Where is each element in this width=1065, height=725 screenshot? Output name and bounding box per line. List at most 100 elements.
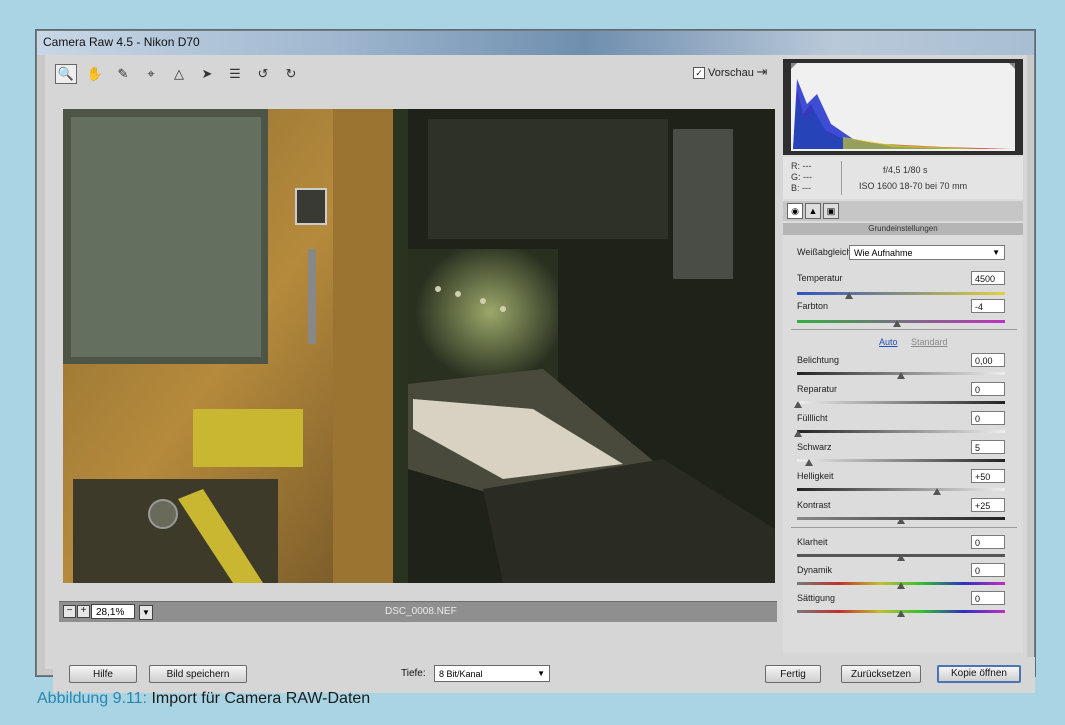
white-balance-value: Wie Aufnahme (854, 248, 913, 258)
brightness-thumb[interactable] (933, 488, 941, 495)
clarity-field[interactable]: 0 (971, 535, 1005, 549)
image-preview (63, 109, 775, 583)
saturation-thumb[interactable] (897, 610, 905, 617)
slider-label: Farbton (797, 301, 829, 311)
save-image-button[interactable]: Bild speichern (149, 665, 247, 683)
chevron-down-icon: ▼ (992, 248, 1000, 257)
figure-frame: Camera Raw 4.5 - Nikon D70 🔍 ✋ ✎ ⌖ △ ➤ ☰… (0, 0, 1065, 725)
slider-label: Kontrast (797, 500, 831, 510)
slider-label: Belichtung (797, 355, 840, 365)
tone-curve-tab-icon[interactable]: ▲ (805, 203, 821, 219)
standard-link[interactable]: Standard (911, 337, 948, 347)
help-button[interactable]: Hilfe (69, 665, 137, 683)
contrast-field[interactable]: +25 (971, 498, 1005, 512)
preview-checkbox[interactable]: ✓ (693, 67, 705, 79)
fill-light-field[interactable]: 0 (971, 411, 1005, 425)
temperature-track[interactable] (797, 292, 1005, 295)
iso-lens: ISO 1600 18-70 bei 70 mm (859, 181, 968, 191)
open-copy-button[interactable]: Kopie öffnen (937, 665, 1021, 683)
divider (791, 329, 1017, 330)
exposure-field[interactable]: 0,00 (971, 353, 1005, 367)
adjustment-panel: R: --- G: --- B: --- f/4,5 1/80 s ISO 16… (783, 59, 1023, 653)
rotate-right-icon[interactable]: ↻ (281, 65, 301, 83)
file-name: DSC_0008.NEF (385, 606, 457, 617)
tint-track[interactable] (797, 320, 1005, 323)
caption-label: Abbildung 9.11: (37, 690, 148, 707)
fill-light-thumb[interactable] (794, 430, 802, 437)
chevron-down-icon: ▼ (537, 669, 545, 678)
retouch-icon[interactable]: ➤ (197, 65, 217, 83)
title-bar: Camera Raw 4.5 - Nikon D70 (37, 31, 1034, 55)
slider-label: Schwarz (797, 442, 832, 452)
detail-tab-icon[interactable]: ▣ (823, 203, 839, 219)
slider-label: Helligkeit (797, 471, 834, 481)
toolbar: 🔍 ✋ ✎ ⌖ △ ➤ ☰ ↺ ↻ (55, 63, 755, 85)
zoom-in-button[interactable]: + (77, 605, 90, 618)
saturation-field[interactable]: 0 (971, 591, 1005, 605)
preview-label: Vorschau (708, 67, 754, 79)
depth-select[interactable]: 8 Bit/Kanal ▼ (434, 665, 550, 682)
auto-link[interactable]: Auto (879, 337, 898, 347)
crop-icon[interactable]: ⌖ (141, 65, 161, 83)
depth-label: Tiefe: (401, 668, 426, 679)
tint-thumb[interactable] (893, 320, 901, 327)
histogram-graph (791, 63, 1015, 151)
histogram (783, 59, 1023, 155)
recovery-field[interactable]: 0 (971, 382, 1005, 396)
blacks-track[interactable] (797, 459, 1005, 462)
dialog-body: 🔍 ✋ ✎ ⌖ △ ➤ ☰ ↺ ↻ ✓ Vorschau ⇥ − + 28,1%… (45, 55, 1035, 693)
status-bar: − + 28,1% ▼ DSC_0008.NEF (59, 601, 777, 622)
exposure-thumb[interactable] (897, 372, 905, 379)
reset-button[interactable]: Zurücksetzen (841, 665, 921, 683)
image-info: R: --- G: --- B: --- f/4,5 1/80 s ISO 16… (783, 157, 1023, 199)
zoom-level-field[interactable]: 28,1% (91, 604, 135, 619)
rgb-g: G: --- (791, 172, 812, 182)
aperture-shutter: f/4,5 1/80 s (883, 165, 928, 175)
preview-toggle[interactable]: ✓ Vorschau (693, 67, 754, 79)
hand-icon[interactable]: ✋ (85, 65, 105, 83)
window-title: Camera Raw 4.5 - Nikon D70 (43, 35, 200, 49)
blacks-thumb[interactable] (805, 459, 813, 466)
panel-tabs: ◉ ▲ ▣ (783, 201, 1023, 221)
straighten-icon[interactable]: △ (169, 65, 189, 83)
divider (791, 527, 1017, 528)
vibrance-field[interactable]: 0 (971, 563, 1005, 577)
fullscreen-icon[interactable]: ⇥ (753, 64, 771, 82)
brightness-track[interactable] (797, 488, 1005, 491)
figure-caption: Abbildung 9.11: Import für Camera RAW-Da… (37, 690, 370, 708)
vibrance-thumb[interactable] (897, 582, 905, 589)
white-balance-select[interactable]: Wie Aufnahme ▼ (849, 245, 1005, 260)
basic-settings: Weißabgleich: Wie Aufnahme ▼ Temperatur … (783, 237, 1023, 653)
caption-text: Import für Camera RAW-Daten (147, 690, 371, 707)
list-icon[interactable]: ☰ (225, 65, 245, 83)
blacks-field[interactable]: 5 (971, 440, 1005, 454)
temperature-thumb[interactable] (845, 292, 853, 299)
zoom-out-button[interactable]: − (63, 605, 76, 618)
rotate-left-icon[interactable]: ↺ (253, 65, 273, 83)
slider-label: Klarheit (797, 537, 828, 547)
contrast-thumb[interactable] (897, 517, 905, 524)
photo-image (63, 109, 775, 583)
zoom-icon[interactable]: 🔍 (55, 64, 77, 84)
slider-label: Sättigung (797, 593, 836, 603)
slider-label: Fülllicht (797, 413, 828, 423)
eyedropper-icon[interactable]: ✎ (113, 65, 133, 83)
white-balance-label: Weißabgleich: (797, 247, 854, 257)
slider-label: Temperatur (797, 273, 843, 283)
recovery-thumb[interactable] (794, 401, 802, 408)
slider-label: Reparatur (797, 384, 838, 394)
tint-field[interactable]: -4 (971, 299, 1005, 313)
basic-tab-icon[interactable]: ◉ (787, 203, 803, 219)
camera-raw-window: Camera Raw 4.5 - Nikon D70 🔍 ✋ ✎ ⌖ △ ➤ ☰… (36, 30, 1035, 693)
done-button[interactable]: Fertig (765, 665, 821, 683)
fill-light-track[interactable] (797, 430, 1005, 433)
recovery-track[interactable] (797, 401, 1005, 404)
brightness-field[interactable]: +50 (971, 469, 1005, 483)
clarity-thumb[interactable] (897, 554, 905, 561)
section-header: Grundeinstellungen (783, 223, 1023, 235)
temperature-field[interactable]: 4500 (971, 271, 1005, 285)
zoom-dropdown-button[interactable]: ▼ (139, 605, 153, 620)
rgb-r: R: --- (791, 161, 812, 171)
slider-label: Dynamik (797, 565, 833, 575)
rgb-b: B: --- (791, 183, 811, 193)
